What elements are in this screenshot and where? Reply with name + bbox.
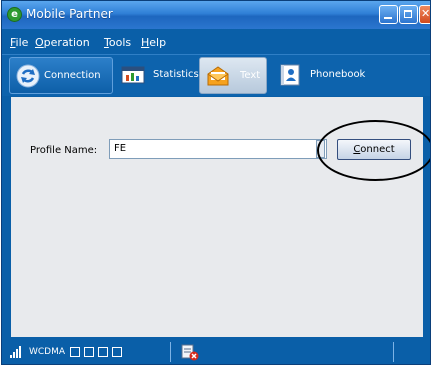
profile-dropdown-button[interactable] — [316, 140, 325, 158]
phonebook-icon — [280, 64, 300, 86]
network-type: WCDMA — [29, 347, 66, 357]
signal-boxes-icon — [70, 347, 122, 357]
window-title: Mobile Partner — [26, 7, 113, 21]
statistics-icon — [121, 66, 145, 84]
tab-connection[interactable]: Connection — [9, 57, 113, 94]
tab-statistics[interactable]: Statistics — [115, 57, 199, 92]
tab-text[interactable]: Text — [199, 57, 267, 94]
menu-help[interactable]: Help — [141, 36, 166, 49]
menu-tools[interactable]: Tools — [104, 36, 131, 49]
profile-name-label: Profile Name: — [30, 145, 98, 156]
menu-bar: File Operation Tools Help — [2, 29, 430, 54]
tab-statistics-label: Statistics — [153, 69, 199, 80]
close-button[interactable] — [419, 5, 430, 24]
profile-name-value: FE — [114, 143, 127, 154]
profile-name-select[interactable]: FE — [109, 139, 327, 159]
connect-button-label: Connect — [353, 144, 395, 155]
menu-file[interactable]: File — [10, 36, 28, 49]
maximize-button[interactable] — [399, 5, 418, 24]
tab-phonebook-label: Phonebook — [310, 69, 366, 80]
envelope-icon — [207, 66, 229, 86]
tab-connection-label: Connection — [44, 70, 101, 81]
status-separator — [393, 342, 394, 362]
tab-text-label: Text — [240, 70, 261, 81]
message-error-icon[interactable] — [181, 343, 199, 361]
signal-strength-icon — [10, 346, 21, 358]
connect-button[interactable]: Connect — [337, 139, 411, 160]
tab-phonebook[interactable]: Phonebook — [272, 57, 368, 92]
menu-operation[interactable]: Operation — [35, 36, 90, 49]
connection-icon — [16, 64, 40, 88]
title-bar[interactable]: e Mobile Partner — [2, 1, 430, 29]
connection-panel: Profile Name: FE Connect — [11, 97, 430, 337]
status-bar: WCDMA — [2, 338, 430, 364]
app-logo-icon: e — [7, 7, 22, 22]
main-window: e Mobile Partner File Operation Tools He… — [1, 0, 431, 365]
minimize-button[interactable] — [379, 5, 398, 24]
toolbar: Connection Statistics Text Phonebook — [2, 54, 430, 96]
status-separator — [170, 342, 171, 362]
